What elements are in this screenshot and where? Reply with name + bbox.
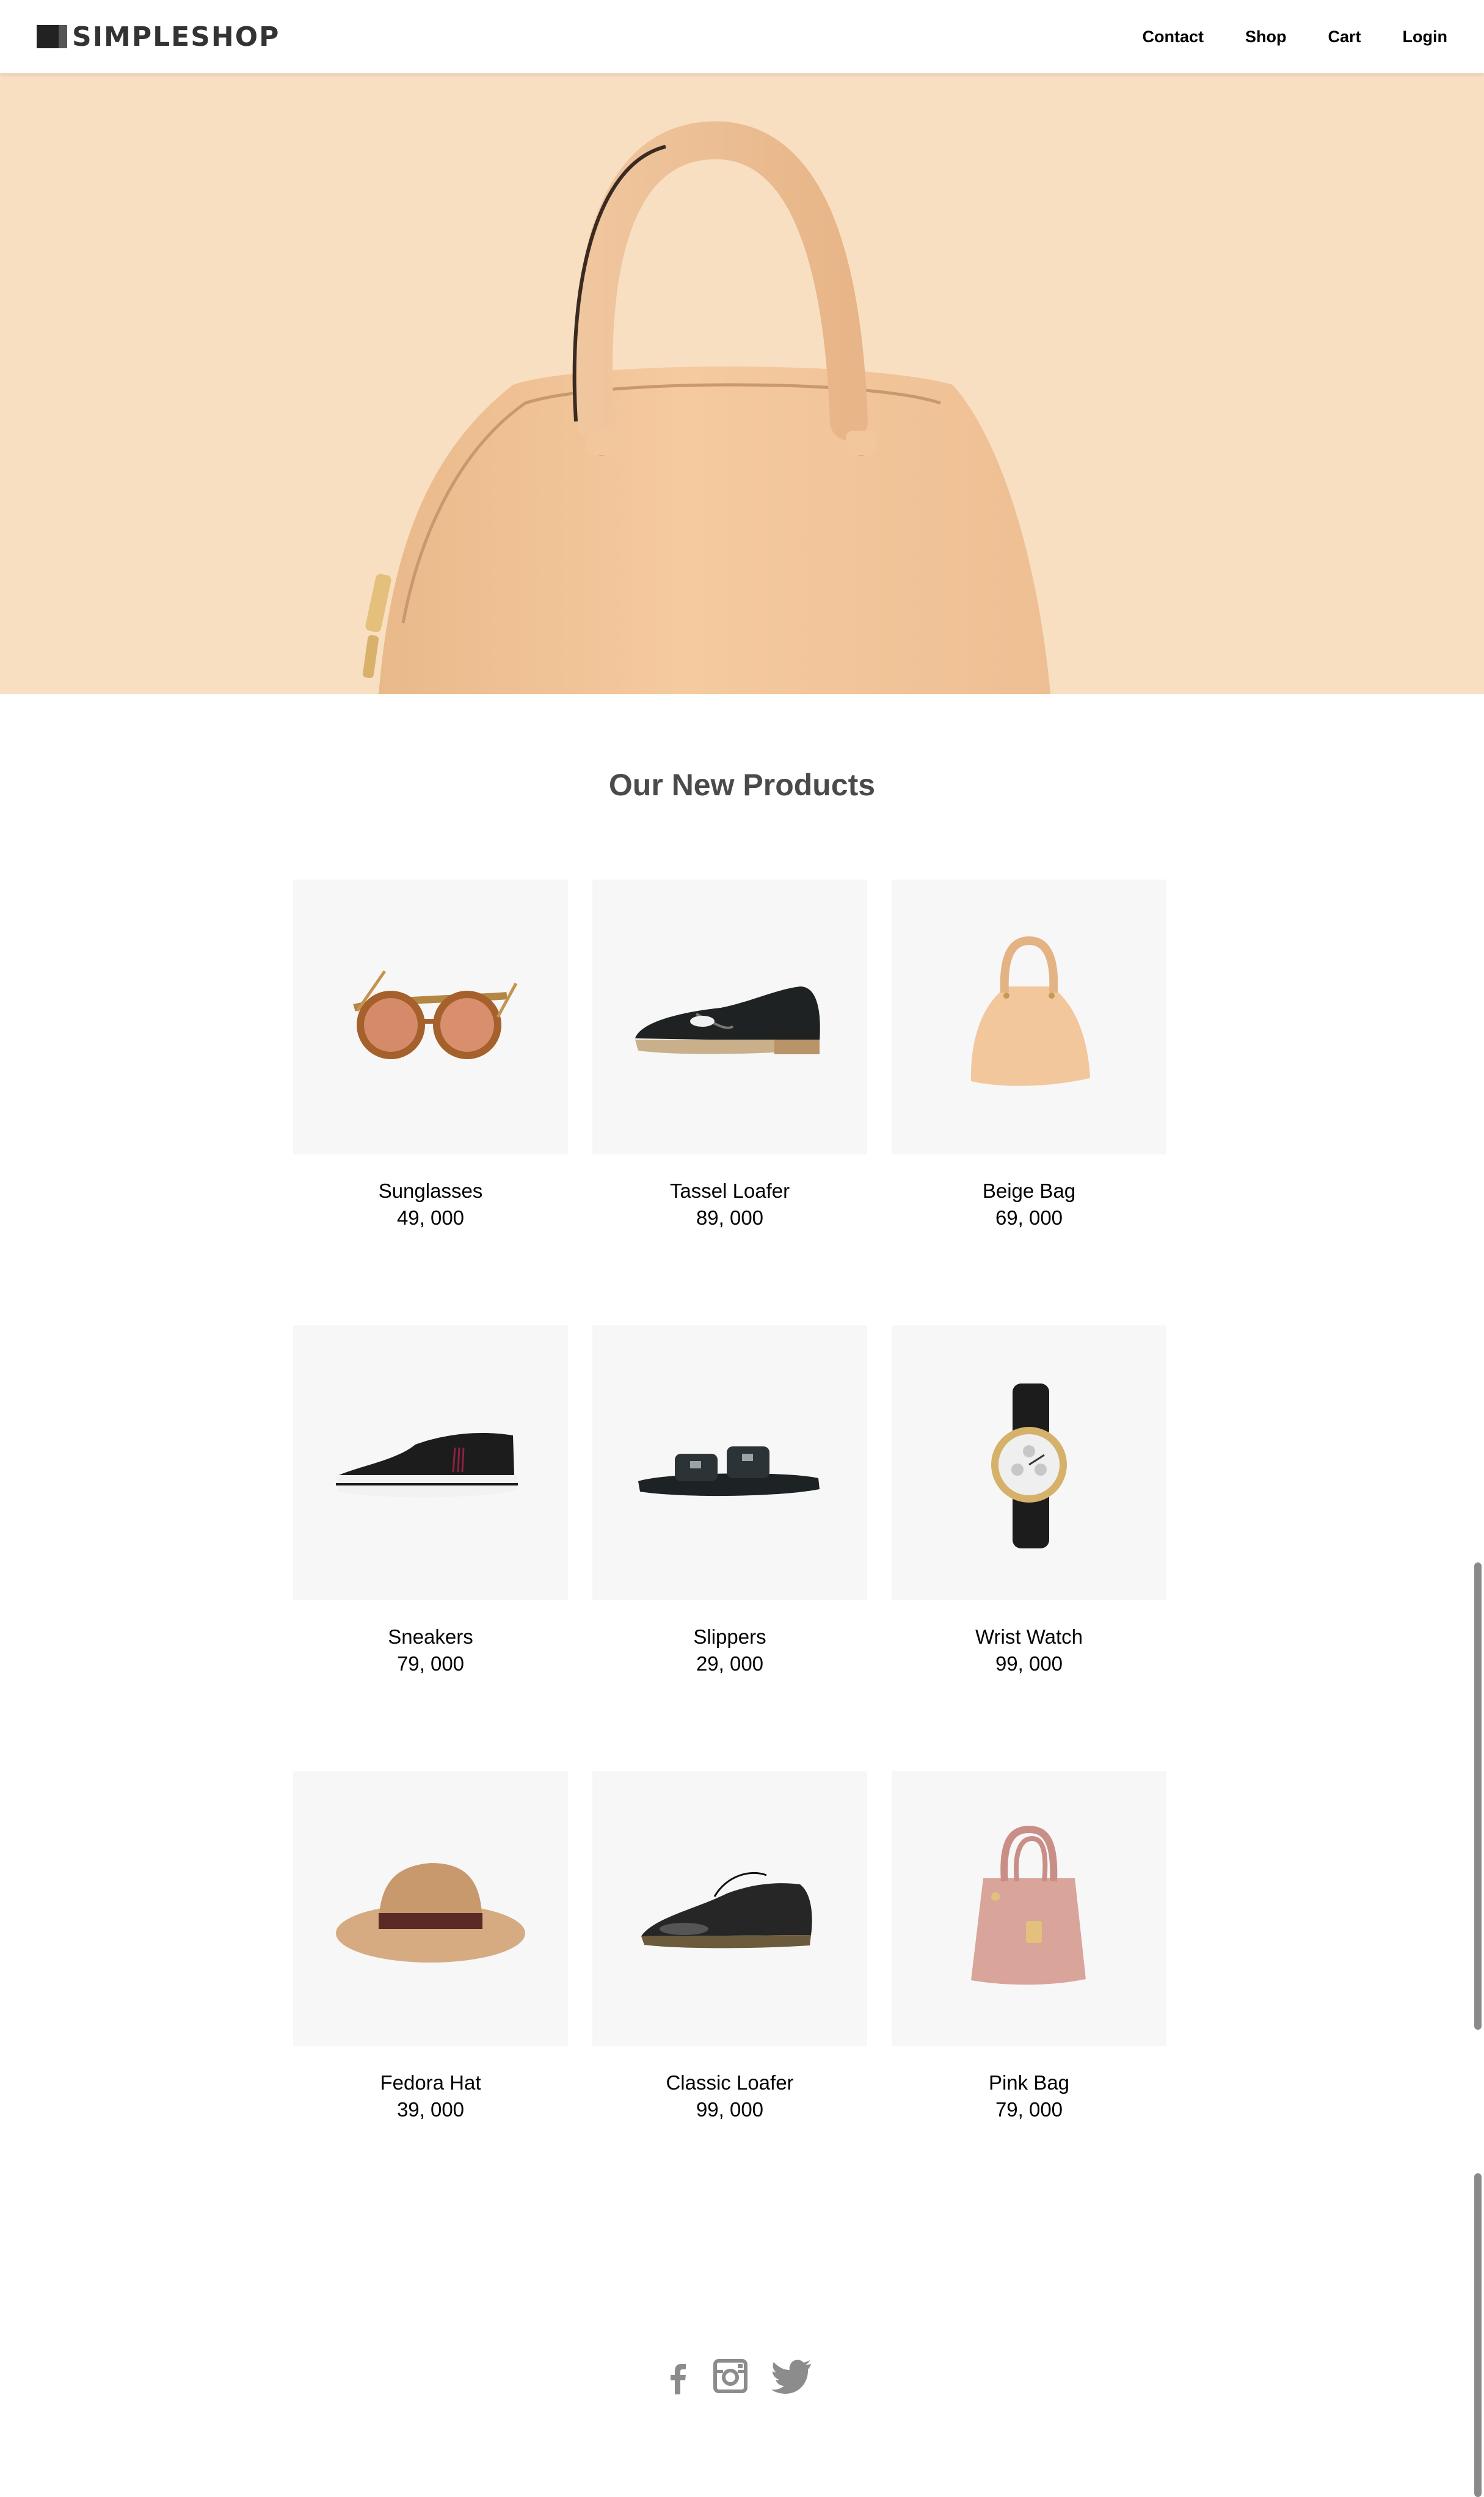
logo-mark-icon — [37, 25, 67, 48]
product-name[interactable]: Wrist Watch — [892, 1624, 1166, 1650]
product-name[interactable]: Classic Loafer — [592, 2069, 867, 2096]
product-image-tile[interactable] — [892, 880, 1166, 1154]
nav-shop[interactable]: Shop — [1245, 27, 1287, 46]
product-name[interactable]: Tassel Loafer — [592, 1178, 867, 1205]
product-card-fedora-hat[interactable]: Fedora Hat 39, 000 — [293, 1771, 568, 2123]
product-card-slippers[interactable]: Slippers 29, 000 — [592, 1325, 867, 1677]
product-price: 39, 000 — [396, 2098, 465, 2121]
sneaker-icon — [336, 1432, 518, 1498]
product-image-tile[interactable] — [892, 1325, 1166, 1600]
product-card-beige-bag[interactable]: Beige Bag 69, 000 — [892, 880, 1166, 1231]
product-image-tile[interactable] — [592, 1771, 867, 2046]
twitter-icon[interactable] — [771, 2359, 812, 2397]
product-name[interactable]: Sunglasses — [293, 1178, 568, 1205]
product-price: 69, 000 — [995, 1206, 1063, 1229]
facebook-icon[interactable] — [666, 2359, 690, 2399]
product-card-sunglasses[interactable]: Sunglasses 49, 000 — [293, 880, 568, 1231]
product-card-tassel-loafer[interactable]: Tassel Loafer 89, 000 — [592, 880, 867, 1231]
tassel-loafer-icon — [635, 986, 820, 1054]
hero-banner — [0, 73, 1484, 694]
product-card-sneakers[interactable]: Sneakers 79, 000 — [293, 1325, 568, 1677]
product-name[interactable]: Sneakers — [293, 1624, 568, 1650]
instagram-icon[interactable] — [713, 2359, 747, 2396]
nav-login[interactable]: Login — [1403, 27, 1447, 46]
brand-logo[interactable]: SIMPLESHOP — [37, 21, 280, 53]
product-card-classic-loafer[interactable]: Classic Loafer 99, 000 — [592, 1771, 867, 2123]
product-card-wrist-watch[interactable]: Wrist Watch 99, 000 — [892, 1325, 1166, 1677]
product-image-tile[interactable] — [293, 1771, 568, 2046]
product-name[interactable]: Pink Bag — [892, 2069, 1166, 2096]
product-name[interactable]: Beige Bag — [892, 1178, 1166, 1205]
product-image-tile[interactable] — [592, 1325, 867, 1600]
footer-social — [0, 2359, 1484, 2402]
nav-contact[interactable]: Contact — [1143, 27, 1204, 46]
scrollbar-thumb[interactable] — [1474, 1562, 1482, 2030]
product-price: 29, 000 — [696, 1652, 764, 1675]
product-price: 99, 000 — [995, 1652, 1063, 1675]
beige-bag-icon — [970, 936, 1090, 1086]
product-price: 99, 000 — [696, 2098, 764, 2121]
hero-handbag-image — [362, 121, 1050, 694]
product-price: 79, 000 — [396, 1652, 465, 1675]
product-image-tile[interactable] — [892, 1771, 1166, 2046]
product-image-tile[interactable] — [293, 1325, 568, 1600]
product-image-tile[interactable] — [592, 880, 867, 1154]
wrist-watch-icon — [991, 1383, 1067, 1548]
product-name[interactable]: Fedora Hat — [293, 2069, 568, 2096]
product-price: 79, 000 — [995, 2098, 1063, 2121]
product-card-pink-bag[interactable]: Pink Bag 79, 000 — [892, 1771, 1166, 2123]
product-image-tile[interactable] — [293, 880, 568, 1154]
scrollbar-thumb-secondary[interactable] — [1474, 2173, 1482, 2497]
main-nav: Contact Shop Cart Login — [1101, 0, 1448, 73]
section-title: Our New Products — [608, 768, 876, 802]
fedora-hat-icon — [336, 1863, 525, 1963]
site-header: SIMPLESHOP Contact Shop Cart Login — [0, 0, 1484, 73]
product-name[interactable]: Slippers — [592, 1624, 867, 1650]
classic-loafer-icon — [641, 1872, 812, 1948]
brand-name: SIMPLESHOP — [72, 21, 280, 53]
product-price: 49, 000 — [396, 1206, 465, 1229]
pink-bag-icon — [971, 1825, 1086, 1985]
nav-cart[interactable]: Cart — [1328, 27, 1361, 46]
product-price: 89, 000 — [696, 1206, 764, 1229]
slipper-icon — [638, 1446, 820, 1496]
sunglasses-icon — [353, 970, 518, 1059]
